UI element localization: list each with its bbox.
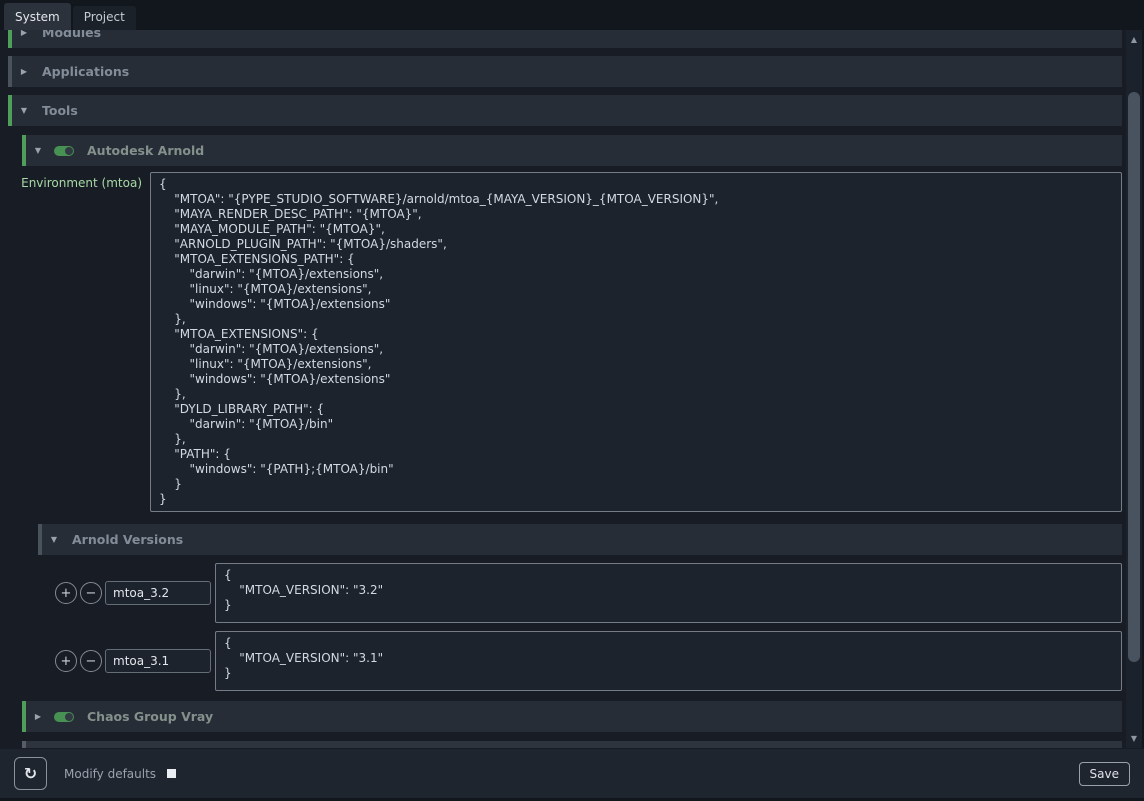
version-json-editor[interactable]: { "MTOA_VERSION": "3.2" }: [215, 563, 1122, 623]
section-header-applications[interactable]: ▶ Applications: [8, 56, 1122, 87]
section-title: Autodesk Arnold: [87, 143, 204, 158]
scroll-down-icon[interactable]: ▼: [1126, 732, 1142, 745]
chevron-down-icon[interactable]: ▼: [26, 146, 50, 155]
section-header-chaos-group-vray[interactable]: ▶ Chaos Group Vray: [22, 701, 1122, 732]
remove-version-button[interactable]: −: [80, 582, 102, 604]
add-version-button[interactable]: +: [55, 582, 77, 604]
section-title: Modules: [42, 30, 101, 40]
settings-scroll-area: ▶ Modules ▶ Applications ▼ Tools ▼ Autod…: [0, 30, 1126, 748]
chevron-right-icon[interactable]: ▶: [12, 30, 36, 37]
section-title: Arnold Versions: [72, 532, 183, 547]
vertical-scrollbar[interactable]: ▲ ▼: [1126, 30, 1142, 748]
toggle-knob: [65, 713, 73, 721]
tab-bar: System Project: [0, 0, 1144, 30]
version-json-editor[interactable]: { "MTOA_VERSION": "3.1" }: [215, 631, 1122, 691]
section-header-modules[interactable]: ▶ Modules: [8, 30, 1122, 48]
environment-row: Environment (mtoa) { "MTOA": "{PYPE_STUD…: [8, 172, 1122, 512]
tab-project[interactable]: Project: [73, 6, 136, 30]
section-title: Applications: [42, 64, 129, 79]
scrollbar-thumb[interactable]: [1128, 92, 1140, 662]
chevron-down-icon[interactable]: ▼: [12, 106, 36, 115]
enabled-toggle[interactable]: [54, 146, 74, 156]
version-name-input[interactable]: [105, 581, 211, 605]
section-header-arnold-versions[interactable]: ▼ Arnold Versions: [38, 524, 1122, 555]
scroll-up-icon[interactable]: ▲: [1126, 33, 1142, 46]
environment-label: Environment (mtoa): [8, 172, 142, 190]
version-name-input[interactable]: [105, 649, 211, 673]
environment-json-editor[interactable]: { "MTOA": "{PYPE_STUDIO_SOFTWARE}/arnold…: [150, 172, 1122, 512]
enabled-toggle[interactable]: [54, 712, 74, 722]
section-title: Tools: [42, 103, 78, 118]
remove-version-button[interactable]: −: [80, 650, 102, 672]
chevron-right-icon[interactable]: ▶: [26, 712, 50, 721]
add-version-button[interactable]: +: [55, 650, 77, 672]
refresh-icon: ↻: [24, 764, 37, 783]
toggle-knob: [65, 147, 73, 155]
section-header-tools[interactable]: ▼ Tools: [8, 95, 1122, 126]
chevron-right-icon[interactable]: ▶: [12, 67, 36, 76]
tab-system[interactable]: System: [4, 3, 71, 30]
next-section-clipped: [22, 741, 1122, 748]
settings-window: System Project ▶ Modules ▶ Applications …: [0, 0, 1144, 801]
refresh-button[interactable]: ↻: [14, 757, 47, 790]
save-button[interactable]: Save: [1079, 762, 1130, 786]
section-title: Chaos Group Vray: [87, 709, 213, 724]
modify-defaults-label: Modify defaults: [64, 767, 156, 781]
section-header-autodesk-arnold[interactable]: ▼ Autodesk Arnold: [22, 135, 1122, 166]
version-row: + − { "MTOA_VERSION": "3.2" }: [55, 563, 1122, 623]
chevron-down-icon[interactable]: ▼: [42, 535, 66, 544]
modify-defaults-checkbox[interactable]: [167, 769, 176, 778]
footer-bar: ↻ Modify defaults Save: [0, 748, 1144, 798]
version-row: + − { "MTOA_VERSION": "3.1" }: [55, 631, 1122, 691]
environment-editor-wrap: { "MTOA": "{PYPE_STUDIO_SOFTWARE}/arnold…: [150, 172, 1122, 512]
